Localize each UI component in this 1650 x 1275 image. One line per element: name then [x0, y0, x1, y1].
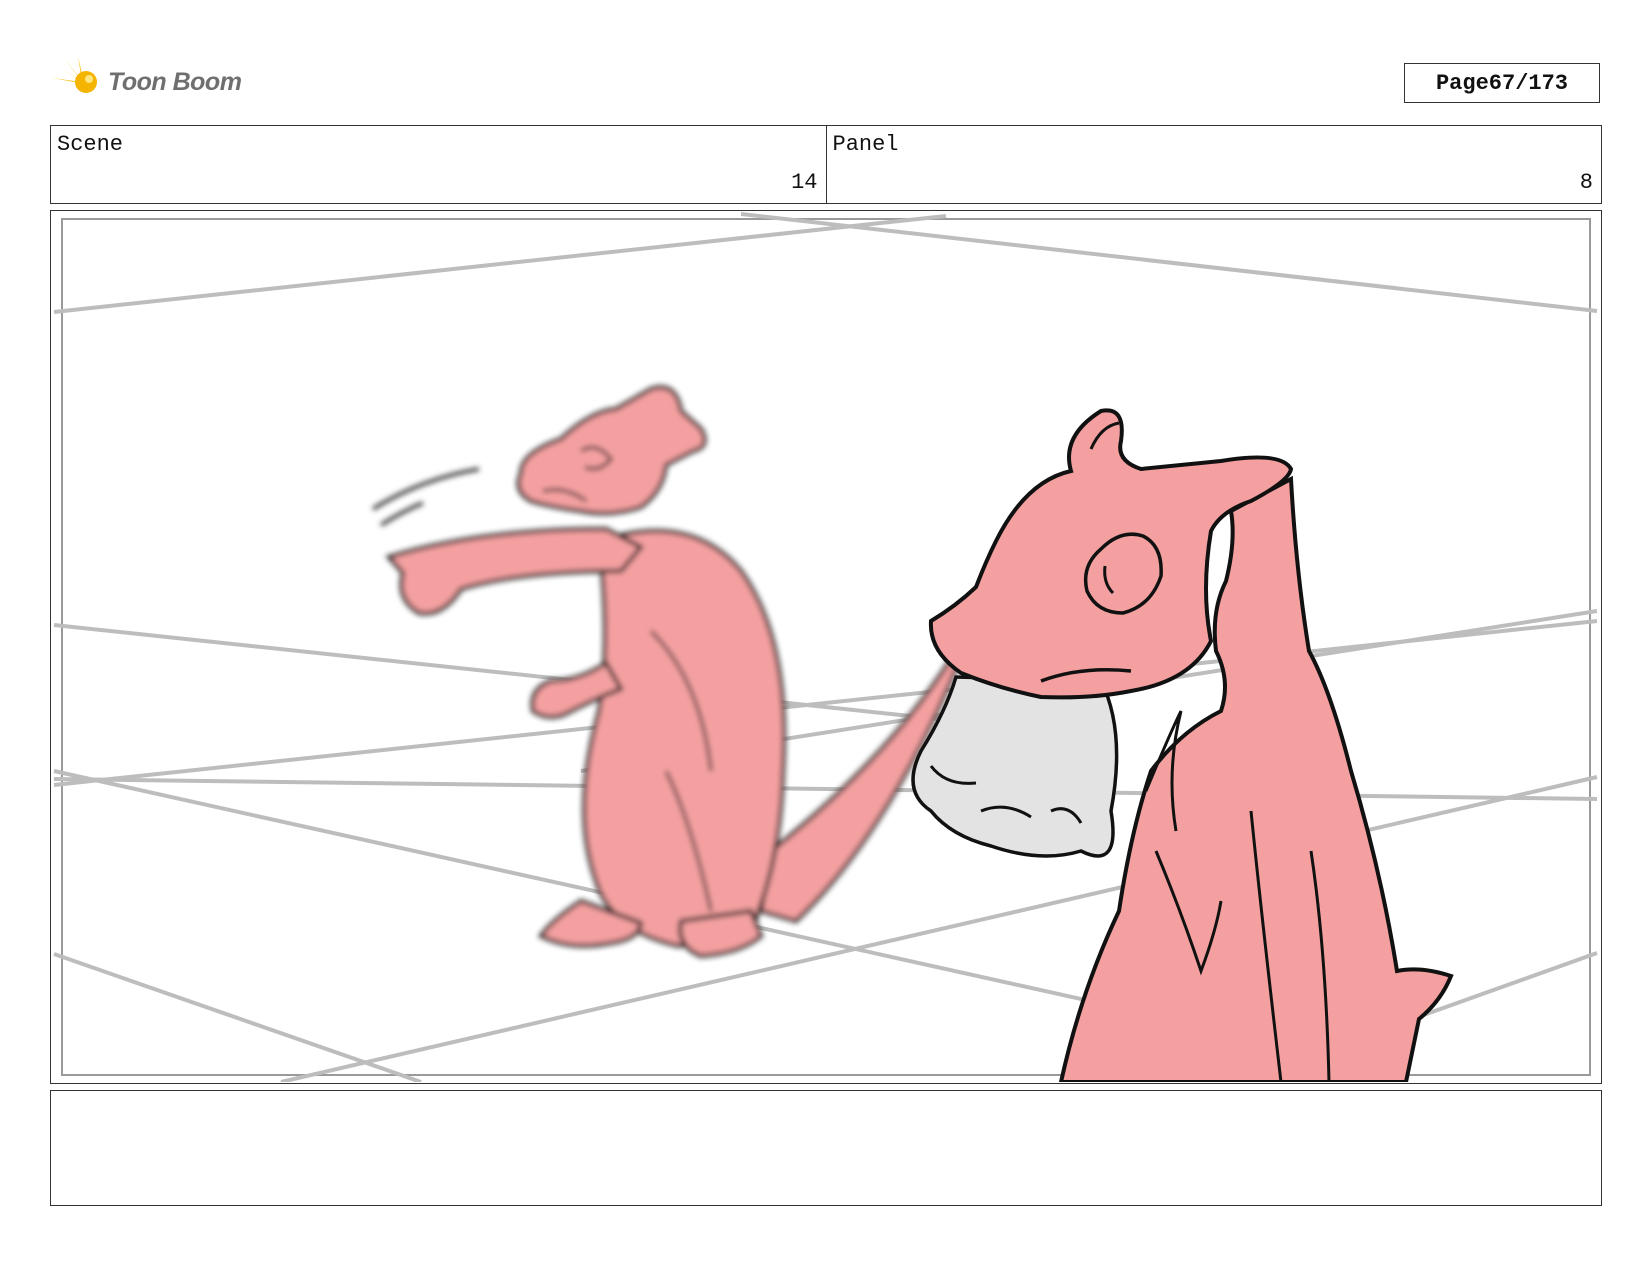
brand-name: Toon Boom — [108, 67, 242, 96]
scene-cell: Scene 14 — [51, 126, 826, 203]
scene-label: Scene — [57, 132, 124, 157]
page-number: 67/173 — [1488, 70, 1569, 96]
panel-label: Panel — [832, 132, 899, 157]
panel-number: 8 — [1579, 170, 1593, 195]
panel-cell: Panel 8 — [825, 126, 1602, 203]
storyboard-panel — [50, 210, 1602, 1084]
scene-number: 14 — [791, 170, 818, 195]
page-indicator: Page 67/173 — [1404, 63, 1600, 103]
page-label: Page — [1435, 70, 1489, 96]
character-background-pointing — [371, 385, 981, 959]
toon-boom-logo: Toon Boom — [52, 56, 242, 108]
scene-panel-row: Scene 14 Panel 8 — [50, 125, 1602, 204]
starburst-icon — [52, 56, 97, 106]
storyboard-drawing — [53, 212, 1598, 1082]
panel-notes-box — [50, 1090, 1602, 1206]
